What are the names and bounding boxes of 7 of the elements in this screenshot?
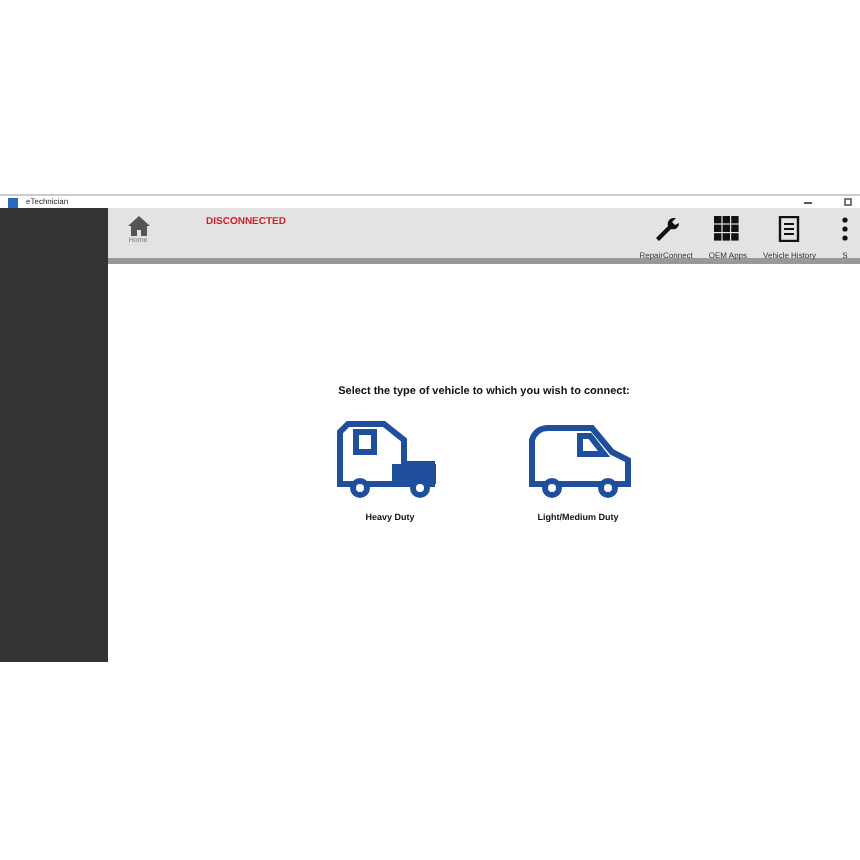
grid-icon: [714, 216, 741, 242]
app-icon: [8, 197, 18, 207]
home-icon: [127, 216, 149, 236]
document-icon: [776, 216, 803, 242]
minimize-icon[interactable]: [804, 201, 812, 203]
wrench-icon: [653, 216, 680, 242]
maximize-icon[interactable]: [844, 198, 852, 206]
